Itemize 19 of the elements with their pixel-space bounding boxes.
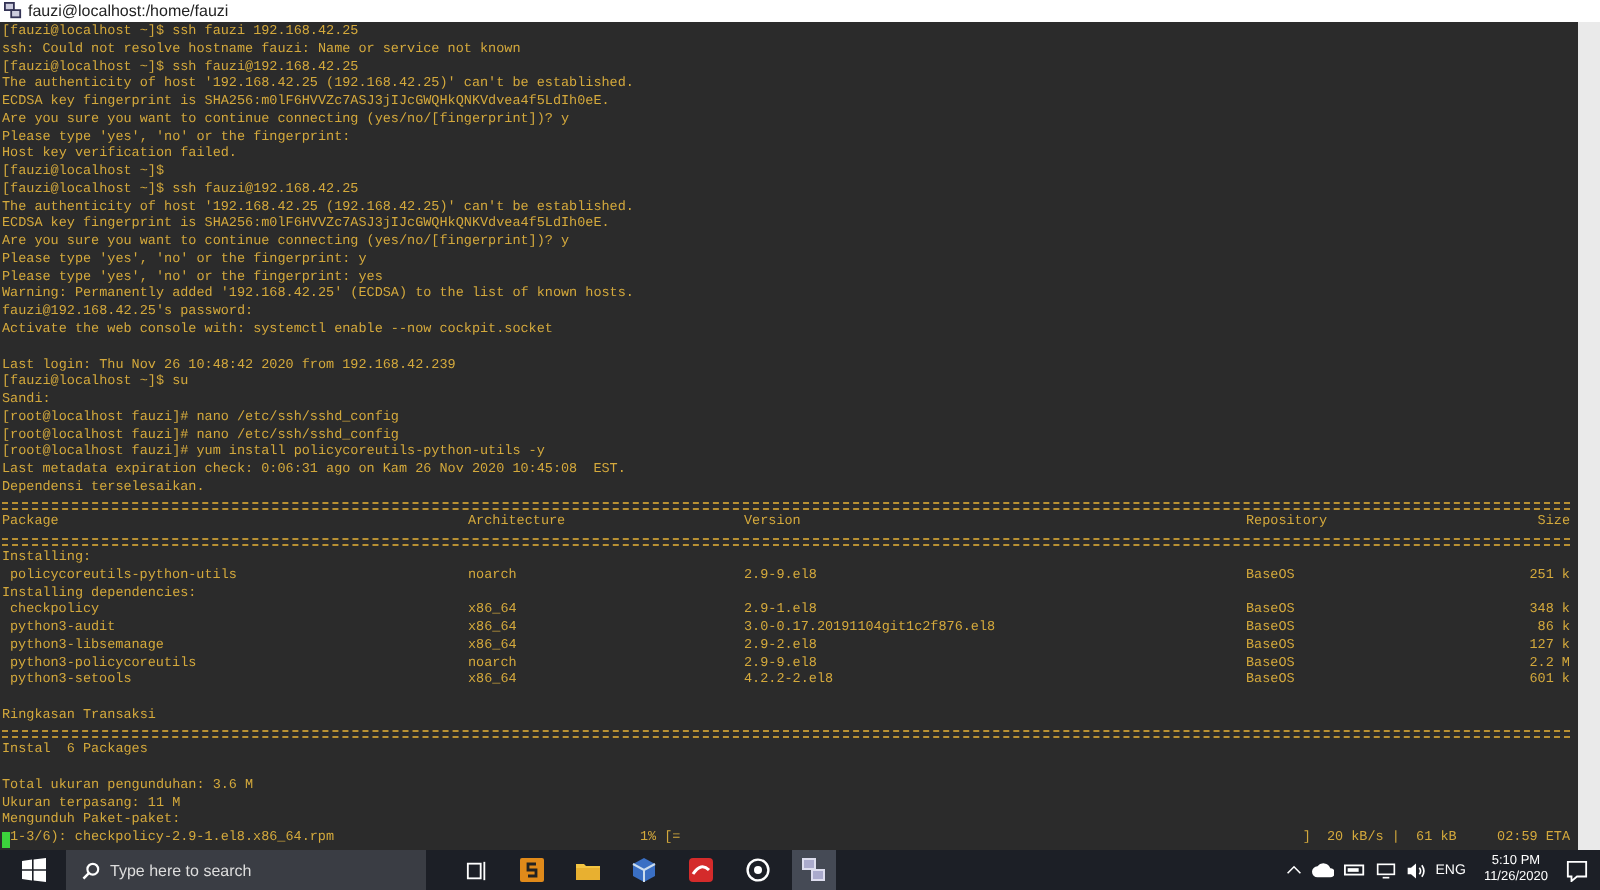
speaker-icon[interactable] xyxy=(1405,861,1426,879)
notification-icon[interactable] xyxy=(1566,859,1588,881)
text-cursor xyxy=(2,831,10,848)
active-taskbar-app[interactable] xyxy=(792,850,836,890)
folder-icon[interactable] xyxy=(576,858,600,882)
curve-app-icon[interactable] xyxy=(688,858,714,882)
chevron-up-icon[interactable] xyxy=(1285,862,1302,878)
cloud-icon[interactable] xyxy=(1311,862,1334,878)
search-field[interactable]: Type here to search xyxy=(110,861,410,879)
cube-icon[interactable] xyxy=(632,858,656,882)
computers-icon xyxy=(802,858,826,882)
circle-app-icon[interactable] xyxy=(746,858,770,882)
window-title: fauzi@localhost:/home/fauzi xyxy=(28,2,229,20)
computers-icon xyxy=(4,2,22,20)
windows-logo-icon[interactable] xyxy=(22,858,46,882)
letter-s-app-icon[interactable] xyxy=(520,858,544,882)
search-box[interactable]: Type here to search xyxy=(66,850,426,890)
task-view-icon[interactable] xyxy=(466,859,488,881)
search-icon xyxy=(82,861,100,879)
